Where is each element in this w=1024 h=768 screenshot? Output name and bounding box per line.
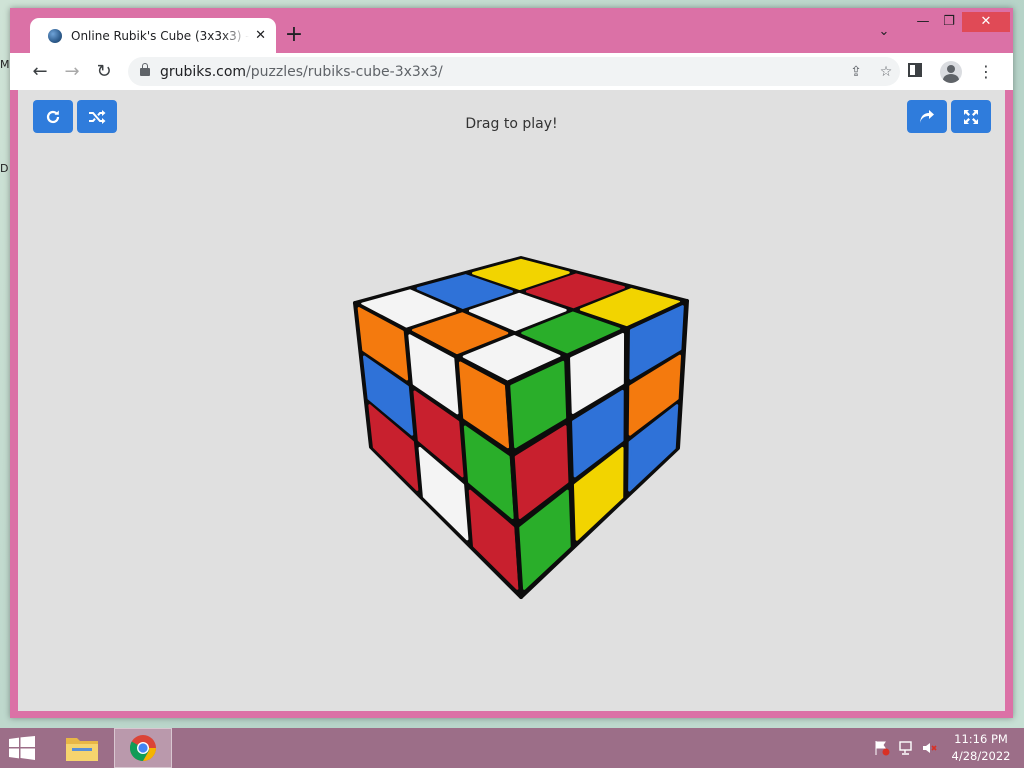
drag-instruction: Drag to play!: [465, 116, 558, 132]
tab-title: Online Rubik's Cube (3x3x3) - Grubiks: [71, 28, 249, 43]
kebab-menu-icon[interactable]: ⋮: [976, 61, 996, 83]
browser-toolbar: ← → ↻ grubiks.com/puzzles/rubiks-cube-3x…: [10, 53, 1013, 90]
forward-arrow-icon[interactable]: →: [58, 58, 86, 86]
taskbar: 11:16 PM 4/28/2022: [0, 728, 1024, 768]
tab-close-icon[interactable]: ✕: [255, 28, 266, 43]
url-host: grubiks.com: [160, 63, 247, 80]
reload-icon[interactable]: ↻: [90, 58, 118, 86]
rubiks-cube-canvas[interactable]: [18, 90, 1005, 711]
bookmark-star-icon[interactable]: ☆: [876, 62, 896, 82]
browser-window: Online Rubik's Cube (3x3x3) - Grubiks ✕ …: [10, 8, 1013, 718]
action-center-flag-icon[interactable]: [874, 740, 890, 756]
url-text[interactable]: grubiks.com/puzzles/rubiks-cube-3x3x3/: [160, 64, 443, 80]
share-button[interactable]: [907, 100, 947, 133]
browser-tab[interactable]: Online Rubik's Cube (3x3x3) - Grubiks ✕: [30, 18, 276, 53]
new-tab-button[interactable]: +: [280, 22, 308, 50]
globe-favicon-icon: [48, 28, 62, 43]
url-path: /puzzles/rubiks-cube-3x3x3/: [246, 63, 443, 80]
windows-logo-icon: [9, 736, 35, 760]
page-content: Drag to play!: [18, 90, 1005, 711]
side-panel-icon[interactable]: [908, 63, 922, 77]
address-bar[interactable]: grubiks.com/puzzles/rubiks-cube-3x3x3/ ⇪…: [128, 57, 900, 86]
share-page-icon[interactable]: ⇪: [846, 62, 866, 82]
fullscreen-icon: [964, 109, 978, 124]
tab-search-chevron-icon[interactable]: ⌄: [872, 24, 896, 48]
share-icon: [920, 109, 934, 123]
lock-icon[interactable]: [140, 62, 150, 76]
close-window-button[interactable]: ✕: [962, 12, 1010, 32]
maximize-button[interactable]: ❐: [936, 12, 962, 32]
clock-date: 4/28/2022: [951, 749, 1011, 763]
folder-icon: [66, 738, 98, 761]
chrome-taskbar-button[interactable]: [114, 728, 172, 768]
start-button[interactable]: [8, 736, 36, 760]
system-clock[interactable]: 11:16 PM 4/28/2022: [946, 731, 1016, 765]
volume-muted-icon[interactable]: [922, 740, 938, 756]
profile-avatar-icon[interactable]: [940, 61, 962, 83]
back-arrow-icon[interactable]: ←: [26, 58, 54, 86]
chrome-icon: [129, 735, 156, 762]
network-icon[interactable]: [898, 740, 914, 756]
minimize-button[interactable]: —: [910, 12, 936, 32]
fullscreen-button[interactable]: [951, 100, 991, 133]
desktop-edge-glyph: M: [0, 58, 10, 71]
clock-time: 11:16 PM: [954, 732, 1008, 746]
file-explorer-button[interactable]: [58, 730, 106, 766]
desktop-edge-glyph: D: [0, 162, 9, 175]
tab-strip: Online Rubik's Cube (3x3x3) - Grubiks ✕ …: [10, 8, 1013, 53]
